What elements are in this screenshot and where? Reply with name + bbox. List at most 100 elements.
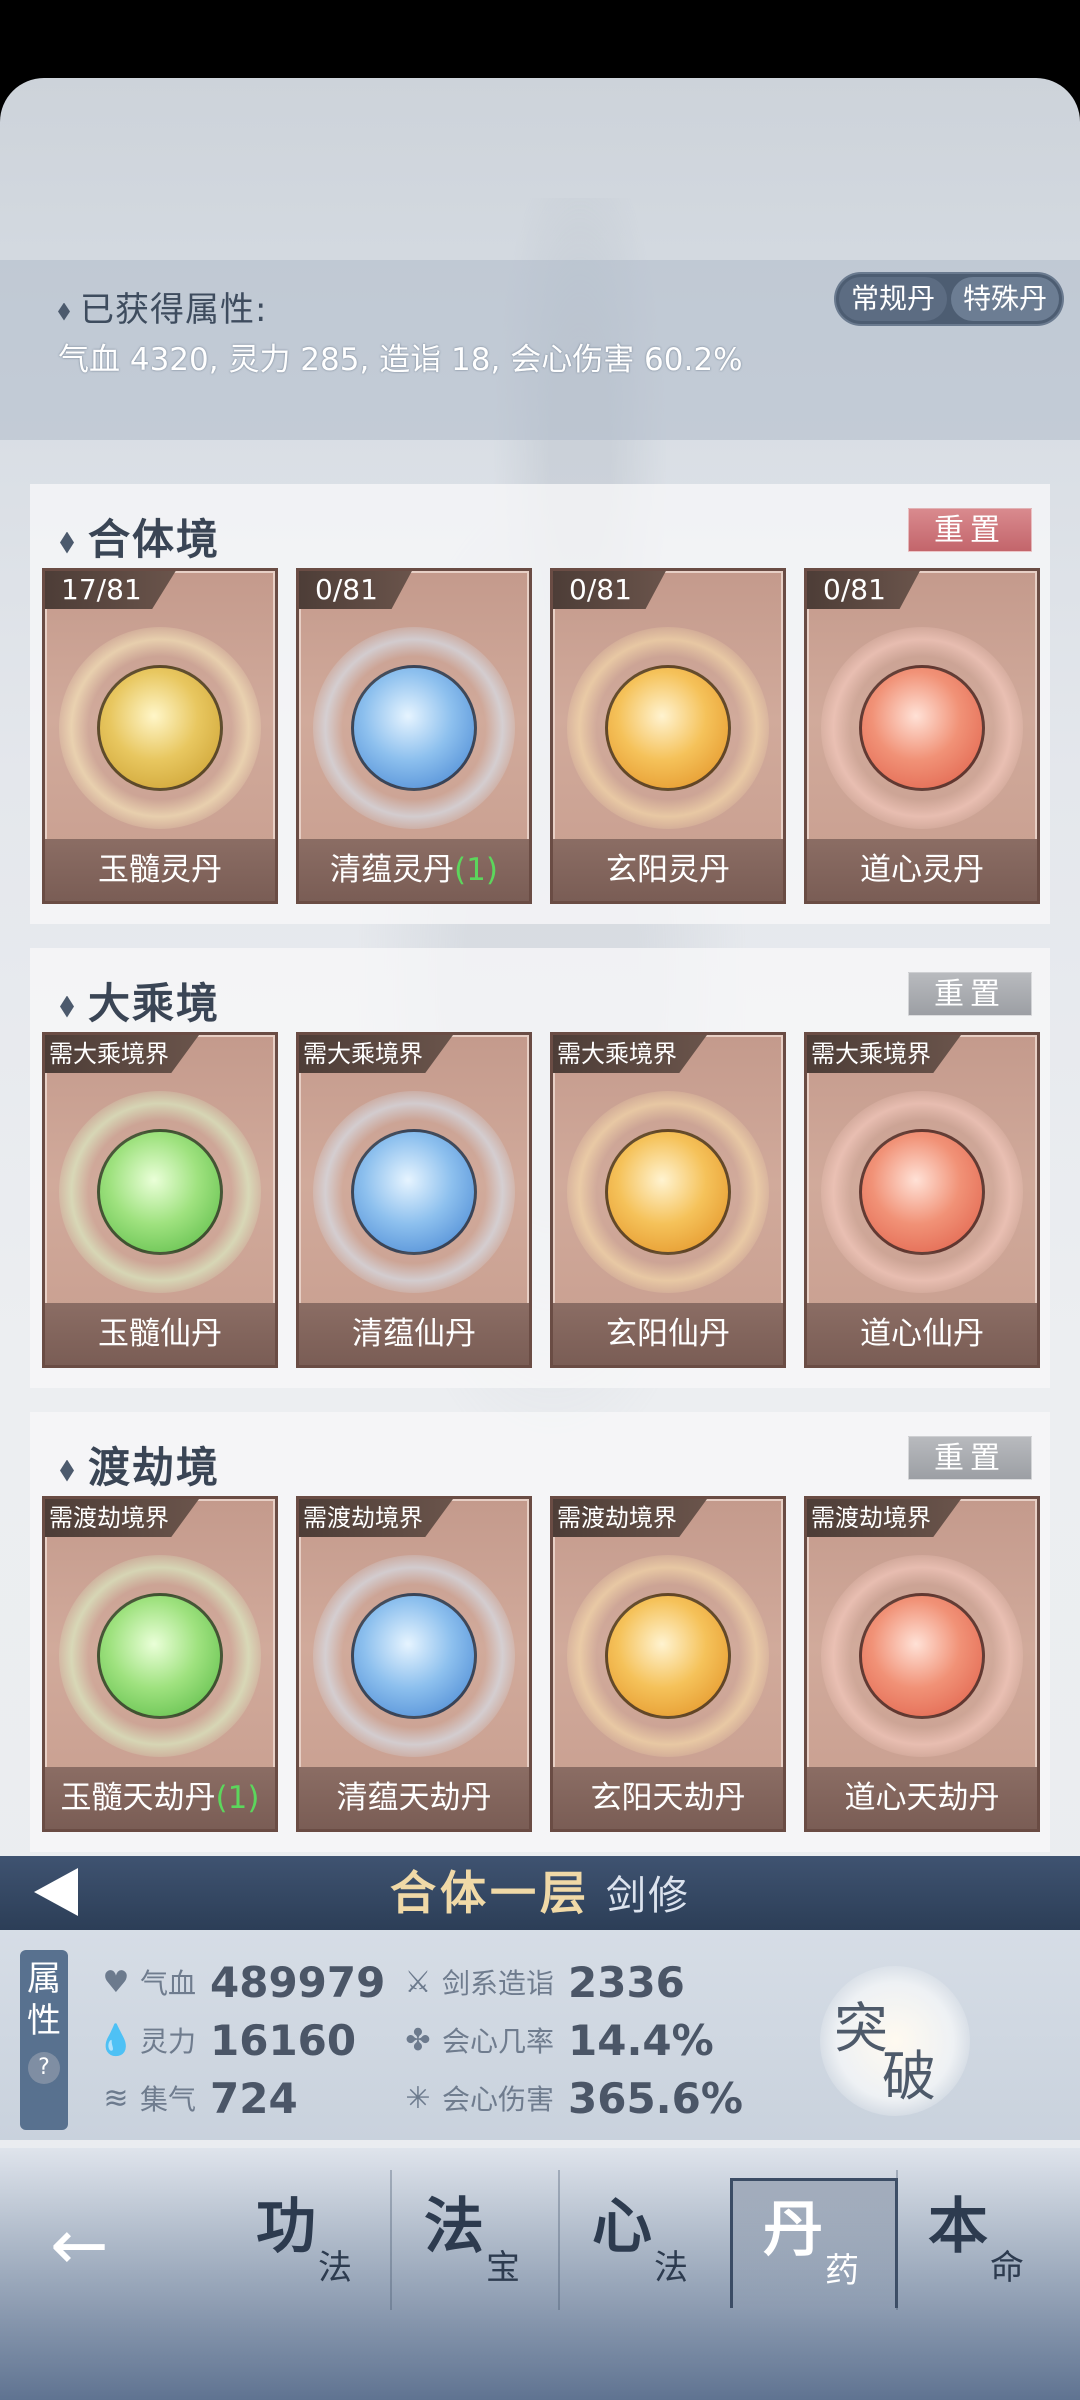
pill-icon-red xyxy=(821,1555,1023,1757)
pill-name: 玉髓仙丹 xyxy=(45,1303,275,1365)
stat-energy: ≋ 集气 724 xyxy=(96,2072,297,2124)
droplet-icon: 💧 xyxy=(97,2022,135,2058)
reset-button[interactable]: 重置 xyxy=(908,1436,1032,1480)
pill-icon-red xyxy=(821,627,1023,829)
nav-pills[interactable]: 丹药 xyxy=(730,2178,898,2308)
pill-card[interactable]: 需大乘境界 玄阳仙丹 xyxy=(550,1032,786,1368)
section-title: 大乘境 xyxy=(60,970,220,1031)
pill-icon-gold xyxy=(59,627,261,829)
pill-name: 玄阳天劫丹 xyxy=(553,1767,783,1829)
pill-name: 道心灵丹 xyxy=(807,839,1037,901)
diamond-icon xyxy=(60,1459,74,1482)
pill-card[interactable]: 0/81 清蕴灵丹(1) xyxy=(296,568,532,904)
pill-type-tabs: 常规丹 特殊丹 xyxy=(836,274,1063,324)
requirement-tag: 需渡劫境界 xyxy=(45,1499,199,1537)
section-dujie: 渡劫境 重置 需渡劫境界 玉髓天劫丹(1) 需渡劫境界 清蕴天劫丹 需渡劫境界 … xyxy=(30,1412,1050,1852)
requirement-tag: 需渡劫境界 xyxy=(553,1499,707,1537)
diamond-icon xyxy=(60,995,74,1018)
requirement-tag: 需渡劫境界 xyxy=(807,1499,961,1537)
pill-icon-blue xyxy=(313,1091,515,1293)
pill-name: 清蕴仙丹 xyxy=(299,1303,529,1365)
stat-crit-damage: ✳ 会心伤害 365.6% xyxy=(398,2072,743,2124)
pill-icon-blue xyxy=(313,627,515,829)
requirement-tag: 需大乘境界 xyxy=(299,1035,453,1073)
stat-hp: ♥ 气血 489979 xyxy=(96,1956,386,2008)
tab-regular-pill[interactable]: 常规丹 xyxy=(839,277,948,321)
pill-count: (1) xyxy=(454,852,498,888)
requirement-tag: 需大乘境界 xyxy=(553,1035,707,1073)
nav-mind-method[interactable]: 心法 xyxy=(562,2178,730,2308)
pill-card[interactable]: 需渡劫境界 清蕴天劫丹 xyxy=(296,1496,532,1832)
pill-name: 玉髓灵丹 xyxy=(45,839,275,901)
attributes-side-tab[interactable]: 属 性 ? xyxy=(20,1950,68,2130)
pill-icon-red xyxy=(821,1091,1023,1293)
pill-card[interactable]: 0/81 道心灵丹 xyxy=(804,568,1040,904)
progress-tag: 0/81 xyxy=(299,571,412,609)
back-arrow-icon[interactable]: ← xyxy=(50,2204,109,2286)
pill-card[interactable]: 0/81 玄阳灵丹 xyxy=(550,568,786,904)
bottom-nav: ← 功法 法宝 心法 丹药 本命 xyxy=(0,2148,1080,2400)
section-dacheng: 大乘境 重置 需大乘境界 玉髓仙丹 需大乘境界 清蕴仙丹 需大乘境界 玄阳仙丹 … xyxy=(30,948,1050,1388)
nav-divider xyxy=(896,2170,898,2310)
pill-icon-green xyxy=(59,1555,261,1757)
nav-divider xyxy=(558,2170,560,2310)
section-title: 渡劫境 xyxy=(60,1434,220,1495)
pill-card[interactable]: 需大乘境界 玉髓仙丹 xyxy=(42,1032,278,1368)
pill-icon-orange xyxy=(567,1555,769,1757)
reset-button[interactable]: 重置 xyxy=(908,972,1032,1016)
pill-icon-blue xyxy=(313,1555,515,1757)
realm-title: 合体一层 剑修 xyxy=(0,1856,1080,1941)
nav-treasure[interactable]: 法宝 xyxy=(394,2178,562,2308)
realm-name: 合体一层 xyxy=(390,1866,590,1920)
requirement-tag: 需渡劫境界 xyxy=(299,1499,453,1537)
section-title-text: 大乘境 xyxy=(88,979,221,1028)
pill-name: 清蕴灵丹(1) xyxy=(299,839,529,901)
diamond-icon xyxy=(58,302,70,321)
progress-tag: 0/81 xyxy=(807,571,920,609)
pill-name: 道心天劫丹 xyxy=(807,1767,1037,1829)
nav-natal[interactable]: 本命 xyxy=(898,2178,1066,2308)
heart-icon: ♥ xyxy=(102,1964,130,2000)
stat-crit-rate: ✤ 会心几率 14.4% xyxy=(398,2014,713,2066)
nav-technique[interactable]: 功法 xyxy=(226,2178,394,2308)
requirement-tag: 需大乘境界 xyxy=(807,1035,961,1073)
pill-icon-orange xyxy=(567,627,769,829)
stat-spirit: 💧 灵力 16160 xyxy=(97,2015,357,2065)
acquired-attributes-title: 已获得属性: xyxy=(58,282,267,331)
pill-name: 玄阳灵丹 xyxy=(553,839,783,901)
pill-count: (1) xyxy=(215,1780,260,1816)
section-heti: 合体境 重置 17/81 玉髓灵丹 0/81 清蕴灵丹(1) 0/81 玄阳灵丹… xyxy=(30,484,1050,924)
pill-name: 清蕴天劫丹 xyxy=(299,1767,529,1829)
burst-icon: ✳ xyxy=(405,2080,431,2116)
swirl-icon: ✤ xyxy=(405,2022,431,2058)
realm-bar: 合体一层 剑修 xyxy=(0,1856,1080,1930)
pill-card[interactable]: 需大乘境界 清蕴仙丹 xyxy=(296,1032,532,1368)
nav-divider xyxy=(390,2170,392,2310)
section-title-text: 合体境 xyxy=(88,515,221,564)
progress-tag: 0/81 xyxy=(553,571,666,609)
pill-card[interactable]: 需渡劫境界 道心天劫丹 xyxy=(804,1496,1040,1832)
pill-icon-orange xyxy=(567,1091,769,1293)
pill-card[interactable]: 需渡劫境界 玄阳天劫丹 xyxy=(550,1496,786,1832)
pill-card[interactable]: 需大乘境界 道心仙丹 xyxy=(804,1032,1040,1368)
pill-name: 玉髓天劫丹(1) xyxy=(45,1767,275,1829)
sword-icon: ⚔ xyxy=(404,1964,432,2000)
reset-button[interactable]: 重置 xyxy=(908,508,1032,552)
requirement-tag: 需大乘境界 xyxy=(45,1035,199,1073)
pill-name: 道心仙丹 xyxy=(807,1303,1037,1365)
pill-name: 玄阳仙丹 xyxy=(553,1303,783,1365)
pill-card[interactable]: 17/81 玉髓灵丹 xyxy=(42,568,278,904)
acquired-attributes-label: 已获得属性: xyxy=(80,290,268,330)
pill-card[interactable]: 需渡劫境界 玉髓天劫丹(1) xyxy=(42,1496,278,1832)
stat-sword-mastery: ⚔ 剑系造诣 2336 xyxy=(398,1956,685,2008)
help-icon[interactable]: ? xyxy=(28,2052,60,2084)
diamond-icon xyxy=(60,531,74,554)
acquired-attributes-values: 气血 4320, 灵力 285, 造诣 18, 会心伤害 60.2% xyxy=(58,342,743,378)
section-title: 合体境 xyxy=(60,506,220,567)
section-title-text: 渡劫境 xyxy=(88,1443,221,1492)
breakthrough-button[interactable]: 突 破 xyxy=(820,1966,970,2116)
cultivation-class: 剑修 xyxy=(606,1873,690,1919)
wind-icon: ≋ xyxy=(103,2080,129,2116)
pill-icon-green xyxy=(59,1091,261,1293)
tab-special-pill[interactable]: 特殊丹 xyxy=(951,277,1060,321)
